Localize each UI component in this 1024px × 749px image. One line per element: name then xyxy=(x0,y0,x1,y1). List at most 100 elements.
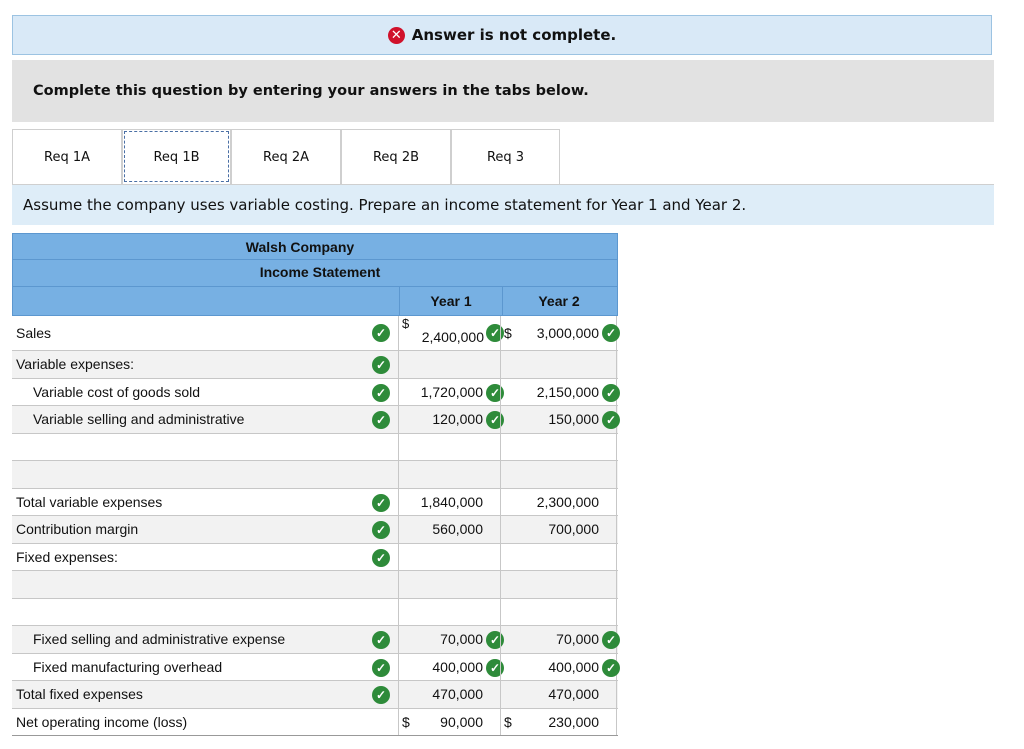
contribution-year2-cell: 700,000 xyxy=(500,516,617,543)
total-variable-year2-value: 2,300,000 xyxy=(536,493,599,510)
variable-expenses-row: Variable expenses: ✓ xyxy=(12,351,618,379)
check-icon: ✓ xyxy=(602,631,620,649)
total-fixed-year1-cell: 470,000 xyxy=(398,681,500,708)
fmoh-year2-value: 400,000 xyxy=(548,658,599,675)
year2-cell[interactable] xyxy=(500,461,617,488)
total-variable-year1-value: 1,840,000 xyxy=(420,493,483,510)
vsga-year1-cell[interactable]: 120,000 ✓ xyxy=(398,406,504,433)
vcogs-year2-cell[interactable]: 2,150,000 ✓ xyxy=(500,378,620,405)
blank-row xyxy=(12,433,618,461)
noi-year1-value: 90,000 xyxy=(440,713,483,730)
year1-cell[interactable] xyxy=(398,598,500,625)
vcogs-year1-value: 1,720,000 xyxy=(420,383,483,400)
check-icon: ✓ xyxy=(602,324,620,342)
sales-label: Sales xyxy=(16,325,52,341)
check-icon: ✓ xyxy=(372,356,390,374)
vsga-label: Variable selling and administrative xyxy=(33,411,245,427)
instruction-text: Complete this question by entering your … xyxy=(33,83,589,99)
tab-label: Req 2A xyxy=(263,149,309,165)
year2-cell[interactable] xyxy=(500,598,617,625)
x-circle-icon: ✕ xyxy=(387,26,405,44)
year2-cell xyxy=(500,351,617,378)
instruction-bar: Complete this question by entering your … xyxy=(12,60,994,122)
contribution-year2-value: 700,000 xyxy=(548,521,599,537)
fsga-year2-value: 70,000 xyxy=(556,631,599,647)
answer-status-banner: ✕ Answer is not complete. xyxy=(12,15,992,55)
statement-title: Income Statement xyxy=(12,260,618,287)
check-icon: ✓ xyxy=(372,631,390,649)
fmoh-label: Fixed manufacturing overhead xyxy=(33,658,223,675)
sales-year2-value: 3,000,000 xyxy=(536,325,599,341)
noi-year1-cell: $ 90,000 xyxy=(398,708,500,735)
sales-year1-cell[interactable]: $ 2,400,000 ✓ xyxy=(398,316,504,350)
noi-year2-cell: $ 230,000 xyxy=(500,708,617,735)
dollar-sign: $ xyxy=(402,316,410,331)
net-operating-income-row: Net operating income (loss) $ 90,000 $ 2… xyxy=(12,708,618,736)
tab-req-1a[interactable]: Req 1A xyxy=(12,129,122,184)
column-header-row: Year 1 Year 2 xyxy=(12,287,618,316)
check-icon: ✓ xyxy=(372,686,390,704)
year1-cell xyxy=(398,351,500,378)
year1-cell[interactable] xyxy=(398,571,500,598)
fixed-expenses-label: Fixed expenses: xyxy=(16,548,118,565)
check-icon: ✓ xyxy=(372,383,390,402)
dollar-sign: $ xyxy=(504,713,512,730)
fsga-year1-cell[interactable]: 70,000 ✓ xyxy=(398,626,504,653)
tab-req-2a[interactable]: Req 2A xyxy=(231,129,341,184)
total-variable-year2-cell: 2,300,000 xyxy=(500,488,617,515)
year1-cell[interactable] xyxy=(398,433,500,460)
fsga-row: Fixed selling and administrative expense… xyxy=(12,626,620,654)
tab-label: Req 2B xyxy=(372,149,420,165)
prompt-text: Assume the company uses variable costing… xyxy=(23,196,747,214)
vcogs-label: Variable cost of goods sold xyxy=(33,383,201,400)
vsga-year2-cell[interactable]: 150,000 ✓ xyxy=(500,406,620,433)
year2-cell[interactable] xyxy=(500,433,617,460)
company-name: Walsh Company xyxy=(12,233,618,260)
total-fixed-year2-value: 470,000 xyxy=(548,686,599,702)
year1-header: Year 1 xyxy=(399,287,503,316)
fmoh-year2-cell[interactable]: 400,000 ✓ xyxy=(500,653,620,680)
fsga-year2-cell[interactable]: 70,000 ✓ xyxy=(500,626,620,653)
tab-label: Req 1B xyxy=(153,149,200,165)
tab-req-3[interactable]: Req 3 xyxy=(451,129,560,184)
fsga-year1-value: 70,000 xyxy=(440,631,483,647)
check-icon: ✓ xyxy=(372,493,390,512)
sales-year2-cell[interactable]: $ 3,000,000 ✓ xyxy=(500,316,620,350)
check-icon: ✓ xyxy=(602,658,620,677)
net-operating-income-label: Net operating income (loss) xyxy=(16,713,188,730)
total-fixed-year2-cell: 470,000 xyxy=(500,681,617,708)
variable-expenses-label: Variable expenses: xyxy=(16,356,135,372)
banner-text: Answer is not complete. xyxy=(411,26,617,44)
check-icon: ✓ xyxy=(372,548,390,567)
contribution-year1-value: 560,000 xyxy=(432,521,483,537)
check-icon: ✓ xyxy=(602,411,620,429)
tab-label: Req 1A xyxy=(44,149,90,165)
contribution-margin-row: Contribution margin ✓ 560,000 700,000 xyxy=(12,516,618,544)
tab-req-2b[interactable]: Req 2B xyxy=(341,129,451,184)
fmoh-year1-cell[interactable]: 400,000 ✓ xyxy=(398,653,504,680)
sales-year1-value: 2,400,000 xyxy=(421,329,484,345)
blank-row xyxy=(12,461,618,489)
total-fixed-row: Total fixed expenses ✓ 470,000 470,000 xyxy=(12,681,618,709)
total-variable-year1-cell: 1,840,000 xyxy=(398,488,500,515)
contribution-year1-cell: 560,000 xyxy=(398,516,500,543)
vsga-row: Variable selling and administrative ✓ 12… xyxy=(12,406,620,434)
fixed-expenses-row: Fixed expenses: ✓ xyxy=(12,543,618,571)
year1-cell xyxy=(398,543,500,570)
check-icon: ✓ xyxy=(372,411,390,429)
dollar-sign: $ xyxy=(402,713,410,730)
fsga-label: Fixed selling and administrative expense xyxy=(33,631,286,647)
vcogs-year1-cell[interactable]: 1,720,000 ✓ xyxy=(398,378,504,405)
vcogs-row: Variable cost of goods sold ✓ 1,720,000 … xyxy=(12,378,620,406)
check-icon: ✓ xyxy=(372,324,390,342)
fmoh-year1-value: 400,000 xyxy=(432,658,483,675)
fmoh-row: Fixed manufacturing overhead ✓ 400,000 ✓… xyxy=(12,653,620,681)
year2-cell[interactable] xyxy=(500,571,617,598)
year2-cell xyxy=(500,543,617,570)
sales-row: Sales ✓ $ 2,400,000 ✓ $ 3,000,000 ✓ xyxy=(12,316,620,351)
year1-cell[interactable] xyxy=(398,461,500,488)
dollar-sign: $ xyxy=(504,325,512,341)
tab-req-1b[interactable]: Req 1B xyxy=(122,129,231,184)
income-statement-table: Walsh Company Income Statement Year 1 Ye… xyxy=(12,233,620,736)
year2-header: Year 2 xyxy=(538,293,580,309)
